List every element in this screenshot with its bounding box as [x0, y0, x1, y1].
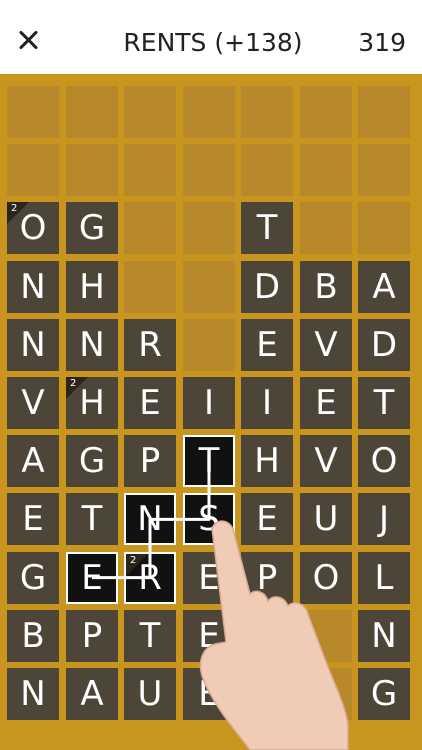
score: 319: [358, 28, 406, 57]
trail-line: [92, 461, 211, 580]
current-word: RENTS (+138): [123, 28, 303, 57]
close-icon[interactable]: [14, 26, 42, 54]
selection-trail: [92, 461, 211, 580]
letter-board: O2GTNHDBANNREVDVH2EIIETAGPTHVOETNSEUJGER…: [0, 74, 422, 750]
top-bar: RENTS (+138) 319: [0, 0, 422, 74]
